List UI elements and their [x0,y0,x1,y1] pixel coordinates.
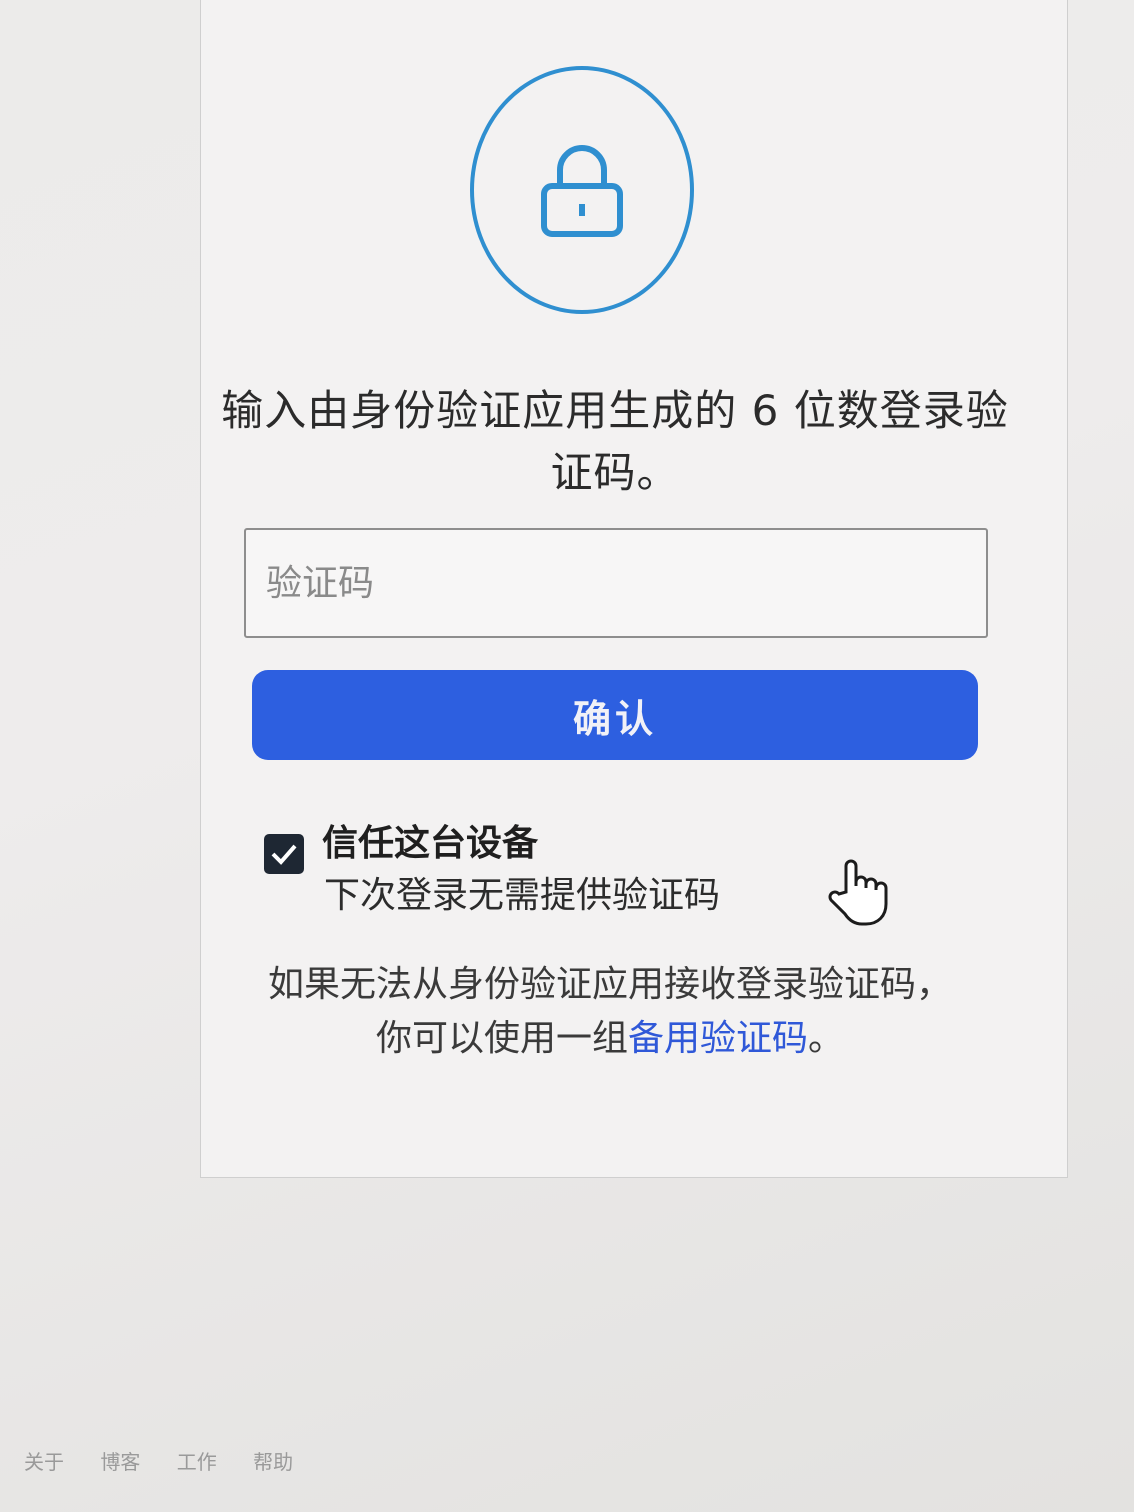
checkmark-icon [271,844,297,865]
trust-device-option[interactable]: 信任这台设备 下次登录无需提供验证码 [264,812,864,922]
footer-nav: 关于 博客 工作 帮助 [24,1446,323,1475]
trust-device-label: 信任这台设备 [322,823,539,864]
backup-codes-link[interactable]: 备用验证码 [628,1018,808,1059]
trust-device-description: 下次登录无需提供验证码 [324,875,721,916]
footer-link-help[interactable]: 帮助 [253,1450,293,1474]
footer-link-jobs[interactable]: 工作 [177,1450,217,1474]
help-suffix: 。 [808,1018,845,1059]
footer-link-about[interactable]: 关于 [24,1450,64,1474]
instruction-text: 输入由身份验证应用生成的 6 位数登录验证码。 [221,386,1009,497]
lock-icon [541,145,623,237]
screen: 输入由身份验证应用生成的 6 位数登录验证码。 确认 信任这台设备 下次登录无需… [0,0,1134,1512]
help-text: 如果无法从身份验证应用接收登录验证码，你可以使用一组 [267,964,952,1059]
footer-link-blog[interactable]: 博客 [100,1450,140,1474]
verification-code-input[interactable] [244,528,988,638]
trust-device-checkbox[interactable] [264,834,304,874]
backup-code-help: 如果无法从身份验证应用接收登录验证码，你可以使用一组备用验证码。 [260,958,960,1066]
lock-badge [470,66,694,314]
confirm-button[interactable]: 确认 [252,670,978,760]
hand-pointer-icon [828,859,888,926]
